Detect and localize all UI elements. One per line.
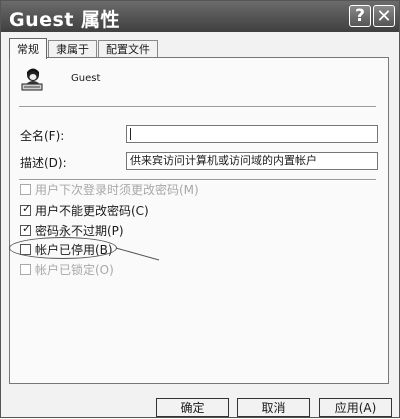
checkbox-label: 用户不能更改密码(C) (35, 203, 149, 218)
fullname-input[interactable] (126, 125, 378, 143)
ok-button[interactable]: 确定 (156, 398, 229, 417)
checkmark-icon: ✓ (22, 221, 32, 235)
properties-window: Guest 属性 ? ✕ 常规 隶属于 配置文件 Guest 全名(F): 描述… (0, 0, 400, 418)
checkbox-box[interactable]: ✓ (20, 201, 32, 216)
title-bar[interactable]: Guest 属性 ? ✕ (1, 1, 399, 32)
cancel-button[interactable]: 取消 (237, 398, 310, 417)
account-disabled-checkbox[interactable]: 帐户已停用(B) (20, 242, 113, 257)
user-account-icon (21, 68, 43, 91)
password-never-expires-checkbox[interactable]: ✓ 密码永不过期(P) (20, 221, 124, 238)
tab-general[interactable]: 常规 (9, 38, 47, 59)
description-input[interactable]: 供来宾访问计算机或访问域的内置帐户 (126, 152, 378, 170)
account-locked-checkbox[interactable]: 帐户已锁定(O) (20, 262, 114, 277)
user-name-label: Guest (71, 73, 101, 84)
checkbox-label: 帐户已锁定(O) (35, 262, 114, 277)
apply-button[interactable]: 应用(A) (319, 398, 392, 417)
checkbox-label: 用户下次登录时须更改密码(M) (35, 182, 199, 197)
must-change-password-checkbox[interactable]: 用户下次登录时须更改密码(M) (20, 182, 199, 197)
checkmark-icon: ✓ (22, 201, 32, 215)
close-button[interactable]: ✕ (373, 5, 395, 27)
checkbox-box[interactable] (20, 263, 31, 275)
checkbox-box[interactable] (20, 243, 31, 255)
tab-profile[interactable]: 配置文件 (98, 40, 158, 57)
window-title: Guest 属性 (9, 9, 121, 31)
checkbox-label: 帐户已停用(B) (35, 242, 113, 257)
description-label: 描述(D): (20, 156, 67, 170)
help-button[interactable]: ? (349, 5, 371, 27)
checkbox-box[interactable] (20, 183, 31, 195)
tab-member-of[interactable]: 隶属于 (48, 40, 97, 57)
checkbox-box[interactable]: ✓ (20, 221, 32, 236)
separator-top (19, 106, 376, 108)
cannot-change-password-checkbox[interactable]: ✓ 用户不能更改密码(C) (20, 201, 149, 218)
text-caret (130, 128, 131, 140)
checkbox-label: 密码永不过期(P) (35, 223, 124, 238)
fullname-label: 全名(F): (20, 129, 65, 143)
